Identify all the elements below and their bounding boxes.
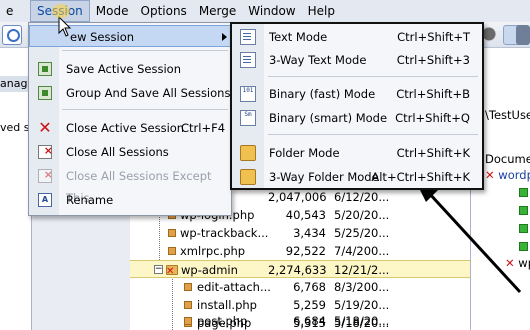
close-all-icon (38, 140, 53, 162)
menu-item-label: ew Session (70, 30, 135, 44)
menu-item-close-active-session[interactable]: ✕ Close Active Session Ctrl+F4 (29, 117, 231, 139)
toolbar-button-overflow[interactable] (516, 25, 530, 45)
menu-item-shortcut: Ctrl+F4 (181, 121, 226, 135)
php-file-icon (168, 247, 176, 255)
right-pane-path: \TestUse (485, 108, 530, 122)
menu-item-label: 3-Way Folder Mode (269, 170, 379, 184)
menu-item-label: Text Mode (269, 30, 328, 44)
menu-item-close-all-except: Close All Sessions Except This (29, 164, 231, 205)
menu-item-shortcut: Ctrl+Shift+T (397, 30, 470, 44)
folder-icon (240, 145, 256, 161)
php-file-icon (168, 229, 176, 237)
rename-icon: A (38, 193, 52, 207)
php-file-icon (184, 283, 192, 291)
menu-item-3way-folder-mode[interactable]: 3-Way Folder Mode Alt+Ctrl+Shift+K (232, 166, 482, 188)
menu-item-save-active-session[interactable]: Save Active Session (29, 58, 231, 80)
new-session-submenu: Text Mode Ctrl+Shift+T 3-Way Text Mode C… (230, 22, 484, 190)
menu-item-label: Folder Mode (269, 146, 340, 160)
file-date: 5/25/20... (334, 226, 390, 240)
menu-mode[interactable]: Mode (90, 0, 135, 22)
menu-separator (268, 76, 478, 77)
file-size: 92,522 (285, 244, 326, 258)
file-name: post.php (197, 314, 248, 328)
menu-file[interactable]: e (0, 0, 30, 22)
menu-item-label: Binary (smart) Mode (269, 111, 388, 125)
folder-date: 12/21/2... (334, 263, 390, 277)
session-menu: ew Session Save Active Session Group And… (28, 22, 232, 216)
folder-size: 2,274,633 (268, 263, 327, 277)
menu-item-label: 3-Way Text Mode (269, 53, 367, 67)
menu-merge[interactable]: Merge (193, 0, 242, 22)
menu-item-text-mode[interactable]: Text Mode Ctrl+Shift+T (232, 26, 482, 48)
php-file-icon (184, 317, 192, 325)
menu-item-close-all-sessions[interactable]: Close All Sessions (29, 140, 231, 163)
file-name: xmlrpc.php (180, 244, 246, 258)
menu-item-shortcut: Alt+Ctrl+Shift+K (371, 170, 470, 184)
menu-item-shortcut: Ctrl+Shift+Q (395, 111, 470, 125)
folder-name: wp-admin (181, 263, 238, 277)
menu-item-label: Close Active Session (66, 121, 185, 135)
threeway-text-icon (240, 52, 256, 68)
menu-item-label: Binary (fast) Mode (269, 87, 376, 101)
menu-item-folder-mode[interactable]: Folder Mode Ctrl+Shift+K (232, 142, 482, 164)
file-date: 8/3/200... (334, 280, 390, 294)
menu-item-shortcut: Ctrl+Shift+B (396, 87, 470, 101)
menu-item-label: Rename (66, 193, 114, 207)
menu-separator (268, 134, 478, 135)
menu-item-rename[interactable]: A Rename (29, 189, 231, 211)
file-name: wp-trackback... (180, 226, 269, 240)
binary-smart-icon: Sm (240, 110, 256, 126)
file-size: 2,047,006 (268, 190, 327, 204)
file-size: 6,684 (293, 314, 326, 328)
menu-separator (62, 109, 228, 110)
menu-item-label: Group And Save All Sessions (66, 86, 231, 100)
search-button[interactable] (2, 25, 22, 45)
file-size: 3,434 (293, 226, 326, 240)
menu-item-group-save-all[interactable]: Group And Save All Sessions (29, 82, 231, 104)
menu-item-shortcut: Ctrl+Shift+3 (396, 53, 470, 67)
toolbar-button-dark[interactable] (481, 25, 501, 45)
click-highlight (52, 4, 70, 18)
text-mode-icon (240, 29, 256, 45)
file-size: 6,768 (293, 280, 326, 294)
close-icon: ✕ (38, 118, 52, 137)
menu-item-shortcut: Ctrl+Shift+K (396, 146, 470, 160)
save-icon (38, 62, 52, 76)
menu-item-binary-smart-mode[interactable]: Sm Binary (smart) Mode Ctrl+Shift+Q (232, 107, 482, 129)
menu-options[interactable]: Options (135, 0, 193, 22)
menu-separator (62, 50, 228, 51)
close-except-icon (38, 164, 53, 186)
file-size: 40,543 (285, 208, 326, 222)
binary-icon: 101 (240, 86, 256, 102)
submenu-arrow-icon (222, 33, 227, 41)
menu-item-binary-fast-mode[interactable]: 101 Binary (fast) Mode Ctrl+Shift+B (232, 83, 482, 105)
menu-window[interactable]: Window (242, 0, 301, 22)
file-name: edit-attach... (197, 280, 271, 294)
menu-item-3way-text-mode[interactable]: 3-Way Text Mode Ctrl+Shift+3 (232, 49, 482, 71)
group-save-icon (38, 86, 52, 100)
file-date: 6/12/20... (334, 190, 390, 204)
menu-bar: e Session Mode Options Merge Window Help (0, 0, 530, 22)
collapse-toggle-icon[interactable]: − (154, 265, 163, 274)
file-date: 5/18/20... (334, 314, 390, 328)
file-date: 5/20/20... (334, 208, 390, 222)
file-date: 7/4/200... (334, 244, 390, 258)
mouse-cursor-icon (58, 16, 72, 37)
threeway-folder-icon (240, 169, 256, 185)
php-file-icon (184, 301, 192, 309)
menu-item-label: Close All Sessions (66, 145, 169, 159)
menu-item-label: Save Active Session (66, 62, 181, 76)
menu-help[interactable]: Help (302, 0, 341, 22)
